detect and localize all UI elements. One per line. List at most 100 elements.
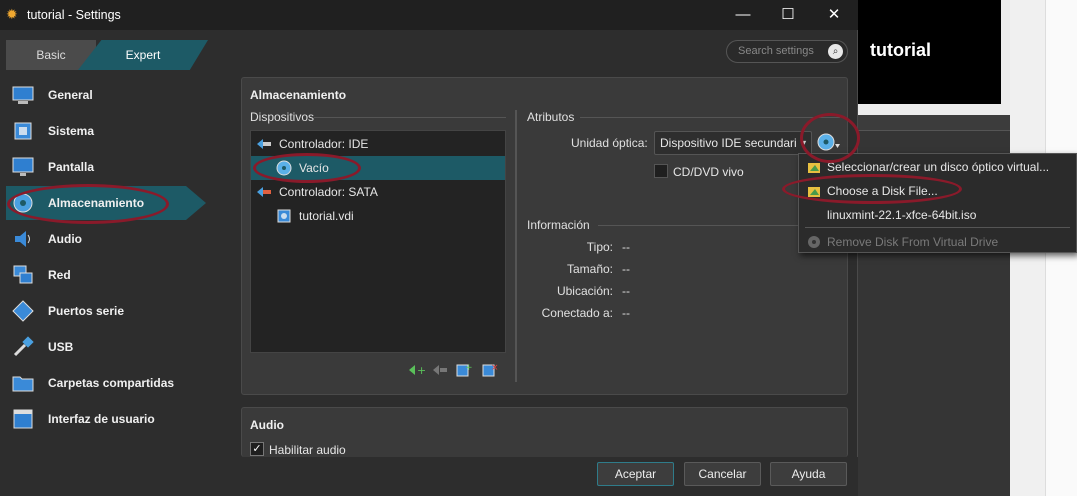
menu-item-label: linuxmint-22.1-xfce-64bit.iso bbox=[827, 208, 977, 222]
tree-item-label: Controlador: SATA bbox=[279, 185, 378, 199]
sidebar-item-label: Almacenamiento bbox=[48, 196, 145, 210]
svg-text:×: × bbox=[491, 363, 499, 373]
sidebar-item-carpetas-compartidas[interactable]: Carpetas compartidas bbox=[6, 366, 206, 400]
storage-device-tree[interactable]: Controlador: IDE Vacío Controlador: SATA… bbox=[250, 130, 506, 353]
search-placeholder: Search settings bbox=[738, 45, 814, 57]
sidebar-item-label: Carpetas compartidas bbox=[48, 376, 175, 390]
network-icon bbox=[13, 265, 33, 284]
window-title: tutorial - Settings bbox=[27, 8, 121, 22]
optical-drive-value: Dispositivo IDE secundari bbox=[660, 136, 797, 150]
tree-item-sata-controller[interactable]: Controlador: SATA bbox=[251, 180, 505, 204]
remove-disk-icon bbox=[808, 236, 820, 248]
audio-icon bbox=[15, 231, 30, 247]
sidebar-item-sistema[interactable]: Sistema bbox=[6, 114, 206, 148]
attributes-divider bbox=[580, 117, 840, 118]
sidebar-item-label: Puertos serie bbox=[48, 304, 125, 318]
info-attached-value: -- bbox=[622, 306, 630, 320]
sidebar-item-label: General bbox=[48, 88, 93, 102]
audio-title: Audio bbox=[250, 418, 284, 432]
tree-item-label: tutorial.vdi bbox=[299, 209, 354, 223]
remove-controller-icon[interactable] bbox=[431, 361, 449, 379]
menu-item-linuxmint-iso[interactable]: linuxmint-22.1-xfce-64bit.iso bbox=[799, 203, 1076, 227]
maximize-button[interactable]: ☐ bbox=[765, 0, 811, 30]
info-size-value: -- bbox=[622, 262, 630, 276]
sidebar-item-audio[interactable]: Audio bbox=[6, 222, 206, 256]
info-size-key: Tamaño: bbox=[566, 262, 613, 276]
serial-ports-icon bbox=[12, 300, 34, 322]
live-cd-checkbox[interactable] bbox=[654, 164, 668, 178]
enable-audio-checkbox[interactable]: ✓ bbox=[250, 442, 264, 456]
info-location-key: Ubicación: bbox=[556, 284, 613, 298]
optical-drive-label: Unidad óptica: bbox=[571, 136, 648, 150]
sidebar-item-puertos-serie[interactable]: Puertos serie bbox=[6, 294, 206, 328]
usb-icon bbox=[13, 336, 34, 357]
choose-disk-button[interactable] bbox=[815, 130, 841, 154]
cancel-button[interactable]: Cancelar bbox=[684, 462, 761, 486]
optical-disk-icon bbox=[276, 160, 292, 176]
menu-item-remove-disk: Remove Disk From Virtual Drive bbox=[799, 230, 1076, 254]
sidebar-item-red[interactable]: Red bbox=[6, 258, 206, 292]
sidebar-item-pantalla[interactable]: Pantalla bbox=[6, 150, 206, 184]
user-interface-icon bbox=[13, 409, 33, 429]
info-location-value: -- bbox=[622, 284, 630, 298]
sidebar-item-interfaz-de-usuario[interactable]: Interfaz de usuario bbox=[6, 402, 206, 436]
display-icon bbox=[12, 157, 34, 176]
general-icon bbox=[12, 86, 34, 104]
optical-drive-select[interactable]: Dispositivo IDE secundari ▼ bbox=[654, 131, 812, 155]
tree-item-ide-controller[interactable]: Controlador: IDE bbox=[251, 132, 505, 156]
pane-splitter[interactable] bbox=[515, 110, 517, 382]
menu-separator bbox=[805, 227, 1070, 228]
vm-preview-name: tutorial bbox=[870, 40, 931, 60]
controller-icon bbox=[257, 187, 271, 197]
storage-toolbar: + + × bbox=[405, 361, 505, 379]
sidebar-item-label: Audio bbox=[48, 232, 82, 246]
sidebar-item-label: Pantalla bbox=[48, 160, 95, 174]
sidebar-item-general[interactable]: General bbox=[6, 78, 206, 112]
chevron-down-icon: ▼ bbox=[799, 138, 808, 148]
virtualbox-app-icon: ✹ bbox=[6, 6, 18, 22]
remove-attachment-icon[interactable]: × bbox=[481, 361, 499, 379]
sidebar-item-almacenamiento[interactable]: Almacenamiento bbox=[6, 186, 206, 220]
controller-icon bbox=[257, 139, 271, 149]
add-attachment-icon[interactable]: + bbox=[455, 361, 473, 379]
menu-item-label: Choose a Disk File... bbox=[827, 184, 938, 198]
storage-icon bbox=[13, 193, 33, 213]
add-controller-icon[interactable]: + bbox=[407, 361, 425, 379]
menu-item-choose-disk-file[interactable]: Choose a Disk File... bbox=[799, 179, 1076, 203]
search-icon[interactable]: ⌕ bbox=[828, 44, 843, 59]
folder-icon bbox=[808, 187, 820, 197]
storage-title: Almacenamiento bbox=[250, 88, 347, 102]
tree-item-tutorial-vdi[interactable]: tutorial.vdi bbox=[251, 204, 505, 228]
title-bar: ✹ tutorial - Settings — ☐ ✕ bbox=[0, 0, 858, 30]
svg-text:+: + bbox=[465, 363, 473, 373]
minimize-button[interactable]: — bbox=[720, 0, 766, 30]
tree-item-label: Vacío bbox=[299, 161, 329, 175]
attributes-label: Atributos bbox=[527, 110, 575, 124]
system-icon bbox=[14, 122, 32, 140]
information-label: Información bbox=[527, 218, 590, 232]
enable-audio-label: Habilitar audio bbox=[269, 443, 346, 457]
help-button[interactable]: Ayuda bbox=[770, 462, 847, 486]
tree-item-empty-optical[interactable]: Vacío bbox=[251, 156, 505, 180]
optical-disk-menu: Seleccionar/crear un disco óptico virtua… bbox=[798, 153, 1077, 253]
sidebar-item-label: Interfaz de usuario bbox=[48, 412, 155, 426]
sidebar-item-label: USB bbox=[48, 340, 74, 354]
sidebar-item-label: Sistema bbox=[48, 124, 95, 138]
devices-divider bbox=[314, 117, 506, 118]
info-type-value: -- bbox=[622, 240, 630, 254]
accept-button[interactable]: Aceptar bbox=[597, 462, 674, 486]
info-attached-key: Conectado a: bbox=[541, 306, 613, 320]
sidebar-item-label: Red bbox=[48, 268, 71, 282]
menu-item-label: Seleccionar/crear un disco óptico virtua… bbox=[827, 160, 1050, 174]
svg-text:+: + bbox=[417, 364, 425, 377]
folder-icon bbox=[808, 163, 820, 173]
devices-label: Dispositivos bbox=[250, 110, 315, 124]
menu-item-select-create-optical[interactable]: Seleccionar/crear un disco óptico virtua… bbox=[799, 155, 1076, 179]
menu-item-label: Remove Disk From Virtual Drive bbox=[827, 235, 999, 249]
search-input[interactable]: Search settings ⌕ bbox=[726, 40, 848, 63]
sidebar-item-usb[interactable]: USB bbox=[6, 330, 206, 364]
close-button[interactable]: ✕ bbox=[811, 0, 857, 30]
shared-folders-icon bbox=[12, 376, 34, 392]
hard-disk-icon bbox=[277, 209, 291, 223]
live-cd-label: CD/DVD vivo bbox=[673, 165, 744, 179]
